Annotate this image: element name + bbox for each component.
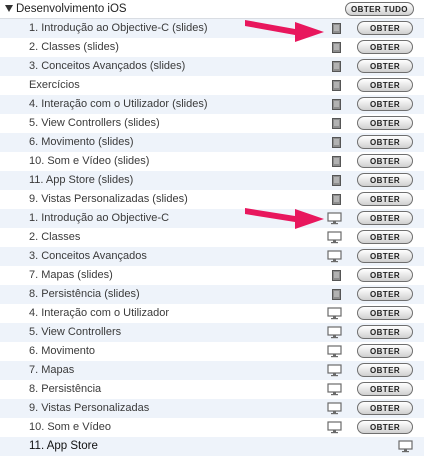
monitor-icon — [327, 345, 342, 358]
get-button[interactable]: OBTER — [357, 344, 413, 358]
document-icon — [332, 61, 341, 72]
item-title: 3. Conceitos Avançados (slides) — [29, 60, 186, 72]
item-title: 3. Conceitos Avançados — [29, 250, 147, 262]
get-button[interactable]: OBTER — [357, 97, 413, 111]
get-button[interactable]: OBTER — [357, 154, 413, 168]
list-item[interactable]: 11. App Store (slides) OBTER — [0, 171, 424, 190]
list-item[interactable]: 8. Persistência (slides) OBTER — [0, 285, 424, 304]
item-title: 9. Vistas Personalizadas — [29, 402, 150, 414]
get-button[interactable]: OBTER — [357, 192, 413, 206]
document-icon — [332, 99, 341, 110]
document-icon — [332, 270, 341, 281]
monitor-icon — [327, 383, 342, 396]
disclosure-triangle-icon[interactable] — [5, 5, 13, 12]
document-icon — [332, 23, 341, 34]
document-icon — [332, 137, 341, 148]
list-item[interactable]: 10. Som e Vídeo OBTER — [0, 418, 424, 437]
get-button[interactable]: OBTER — [357, 211, 413, 225]
list-item[interactable]: 9. Vistas Personalizadas OBTER — [0, 399, 424, 418]
get-button[interactable]: OBTER — [357, 306, 413, 320]
list-item[interactable]: 2. Classes OBTER — [0, 228, 424, 247]
document-icon — [332, 289, 341, 300]
get-all-button[interactable]: OBTER TUDO — [345, 2, 414, 16]
get-button[interactable]: OBTER — [357, 116, 413, 130]
list-item[interactable]: 9. Vistas Personalizadas (slides) OBTER — [0, 190, 424, 209]
item-title: 11. App Store — [29, 440, 98, 452]
section-header[interactable]: Desenvolvimento iOS OBTER TUDO — [0, 0, 424, 19]
list-item[interactable]: 4. Interação com o Utilizador (slides) OB… — [0, 95, 424, 114]
monitor-icon — [398, 440, 413, 453]
get-button[interactable]: OBTER — [357, 420, 413, 434]
list-item[interactable]: 5. View Controllers (slides) OBTER — [0, 114, 424, 133]
arrow-annotation-2 — [245, 208, 324, 229]
get-button[interactable]: OBTER — [357, 363, 413, 377]
item-title: 4. Interação com o Utilizador (slides) — [29, 98, 208, 110]
item-title: 6. Movimento (slides) — [29, 136, 134, 148]
item-title: 8. Persistência (slides) — [29, 288, 140, 300]
section-title: Desenvolvimento iOS — [16, 3, 127, 15]
list-item[interactable]: 10. Som e Vídeo (slides) OBTER — [0, 152, 424, 171]
list-item[interactable]: 6. Movimento (slides) OBTER — [0, 133, 424, 152]
get-button[interactable]: OBTER — [357, 382, 413, 396]
list-item[interactable]: 1. Introdução ao Objective-C (slides) OBT… — [0, 19, 424, 38]
item-title: 2. Classes — [29, 231, 81, 243]
list-item[interactable]: 3. Conceitos Avançados (slides) OBTER — [0, 57, 424, 76]
item-title: 11. App Store (slides) — [29, 174, 134, 186]
list-item[interactable]: 7. Mapas (slides) OBTER — [0, 266, 424, 285]
monitor-icon — [327, 326, 342, 339]
get-button[interactable]: OBTER — [357, 230, 413, 244]
list-item[interactable]: 6. Movimento OBTER — [0, 342, 424, 361]
list-item[interactable]: 1. Introdução ao Objective-C OBTER — [0, 209, 424, 228]
get-button[interactable]: OBTER — [357, 59, 413, 73]
list-item[interactable]: 7. Mapas OBTER — [0, 361, 424, 380]
monitor-icon — [327, 250, 342, 263]
monitor-icon — [327, 307, 342, 320]
document-icon — [332, 42, 341, 53]
get-button[interactable]: OBTER — [357, 325, 413, 339]
item-title: 6. Movimento — [29, 345, 96, 357]
get-button[interactable]: OBTER — [357, 21, 413, 35]
item-title: 7. Mapas (slides) — [29, 269, 113, 281]
list-item[interactable]: 3. Conceitos Avançados OBTER — [0, 247, 424, 266]
monitor-icon — [327, 421, 342, 434]
item-title: 9. Vistas Personalizadas (slides) — [29, 193, 188, 205]
get-button[interactable]: OBTER — [357, 268, 413, 282]
document-icon — [332, 194, 341, 205]
list-item[interactable]: 8. Persistência OBTER — [0, 380, 424, 399]
list-item[interactable]: Exercícios OBTER — [0, 76, 424, 95]
document-icon — [332, 80, 341, 91]
document-icon — [332, 156, 341, 167]
item-title: 4. Interação com o Utilizador — [29, 307, 170, 319]
item-title: 1. Introdução ao Objective-C — [29, 212, 170, 224]
item-title: 2. Classes (slides) — [29, 41, 119, 53]
arrow-annotation-1 — [245, 20, 324, 42]
item-title: 5. View Controllers — [29, 326, 122, 338]
list-item[interactable]: 4. Interação com o Utilizador OBTER — [0, 304, 424, 323]
item-title: 1. Introdução ao Objective-C (slides) — [29, 22, 208, 34]
get-button[interactable]: OBTER — [357, 173, 413, 187]
item-title: Exercícios — [29, 79, 80, 91]
monitor-icon — [327, 402, 342, 415]
get-button[interactable]: OBTER — [357, 40, 413, 54]
list-item[interactable]: 11. App Store — [0, 437, 424, 456]
document-icon — [332, 118, 341, 129]
item-title: 7. Mapas — [29, 364, 75, 376]
get-button[interactable]: OBTER — [357, 287, 413, 301]
monitor-icon — [327, 364, 342, 377]
get-button[interactable]: OBTER — [357, 249, 413, 263]
list-item[interactable]: 2. Classes (slides) OBTER — [0, 38, 424, 57]
document-icon — [332, 175, 341, 186]
item-title: 10. Som e Vídeo — [29, 421, 111, 433]
get-button[interactable]: OBTER — [357, 78, 413, 92]
get-button[interactable]: OBTER — [357, 135, 413, 149]
get-button[interactable]: OBTER — [357, 401, 413, 415]
item-title: 5. View Controllers (slides) — [29, 117, 160, 129]
item-title: 10. Som e Vídeo (slides) — [29, 155, 150, 167]
list-item[interactable]: 5. View Controllers OBTER — [0, 323, 424, 342]
item-title: 8. Persistência — [29, 383, 102, 395]
